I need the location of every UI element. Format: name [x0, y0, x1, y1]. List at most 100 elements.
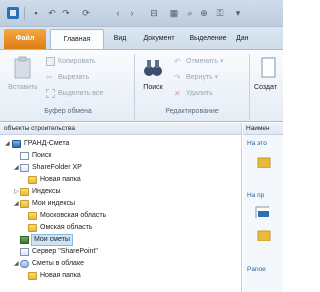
cloud-icon: [20, 260, 29, 268]
tree-node-label: Мои сметы: [31, 234, 73, 246]
customize-qat-icon[interactable]: ▾: [232, 7, 244, 19]
tree-node-cloud-estimates[interactable]: ◢ Сметы в облаке: [0, 258, 241, 270]
right-link-2[interactable]: На пр: [247, 192, 264, 199]
tree-node-sharefolder[interactable]: ◢ ShareFolder XP: [0, 162, 241, 174]
undo-label: Отменить: [186, 58, 218, 65]
calc-icon[interactable]: ▦: [168, 7, 180, 19]
select-all-button[interactable]: Выделить все: [46, 87, 103, 101]
right-link-1[interactable]: На это: [247, 140, 267, 147]
save-icon[interactable]: ▪: [30, 7, 42, 19]
paste-label: Вставить: [8, 84, 38, 91]
binoculars-icon: [144, 60, 162, 76]
content-pane: Наимен На это На пр Panoe: [243, 123, 283, 292]
search-label: Поиск: [143, 84, 163, 91]
zoom-icon[interactable]: ⊕: [198, 7, 210, 19]
cut-label: Вырезать: [58, 74, 90, 81]
tree-node-label: ГРАНД-Смета: [24, 140, 70, 147]
tree-node-label: Сервер "SharePoint": [32, 248, 98, 255]
tab-data[interactable]: Дан: [236, 29, 283, 49]
tree-node-indexes[interactable]: ▷ Индексы: [0, 186, 241, 198]
tree-node-label: Новая папка: [40, 272, 81, 279]
folder-icon: [28, 212, 37, 220]
cut-button[interactable]: ✂ Вырезать: [46, 71, 89, 85]
tab-file[interactable]: Файл: [4, 29, 46, 49]
select-all-icon: [46, 88, 55, 98]
document-large-icon[interactable]: [255, 206, 269, 218]
tree-node-label: Московская область: [40, 212, 107, 219]
tab-view[interactable]: Вид: [108, 29, 132, 49]
clipboard-group-label: Буфер обмена: [44, 108, 92, 115]
tree-node-my-estimates[interactable]: Мои сметы: [0, 234, 241, 246]
delete-button[interactable]: ✕ Удалить: [174, 87, 213, 101]
redo-label: Вернуть: [186, 74, 213, 81]
undo-button[interactable]: ↶ Отменить ▾: [174, 55, 223, 69]
folder-icon: [28, 272, 37, 280]
copy-icon: [46, 56, 55, 66]
server-icon: [20, 248, 29, 256]
folder-icon: [20, 200, 29, 208]
tree-node-label: Индексы: [32, 188, 61, 195]
tree-pane-header: объекты строительства: [0, 123, 241, 135]
tree-node-search[interactable]: Поиск: [0, 150, 241, 162]
folder-icon: [28, 224, 37, 232]
edit-group-label: Редактирование: [165, 108, 219, 115]
qat-separator: [24, 7, 25, 20]
tree-node-omsk-region[interactable]: Омская область: [0, 222, 241, 234]
group-separator: [134, 54, 135, 120]
select-all-label: Выделить все: [58, 90, 104, 97]
search-button[interactable]: Поиск: [137, 54, 169, 104]
expand-icon[interactable]: ◢: [5, 141, 11, 147]
tree-node-my-indexes[interactable]: ◢ Мои индексы: [0, 198, 241, 210]
ribbon: Вставить Копировать ✂ Вырезать Выделить в…: [0, 49, 283, 122]
tree-node-grand-smeta[interactable]: ◢ ГРАНД-Смета: [0, 138, 241, 150]
delete-label: Удалить: [186, 90, 213, 97]
tree-node-label: Мои индексы: [32, 200, 76, 207]
redo-button[interactable]: ↷ Вернуть ▾: [174, 71, 218, 85]
print-icon[interactable]: ⊟: [148, 7, 160, 19]
folder-icon: [28, 176, 37, 184]
tree-node-label: Поиск: [32, 152, 52, 159]
quick-access-toolbar: ▪ ↶ ↷ ⟳ ‹ › ⊟ ▦ ⌕ ⊕ ⚿ ▾: [0, 0, 283, 27]
right-link-3[interactable]: Panoe: [247, 266, 266, 273]
folder-large-icon[interactable]: [257, 229, 271, 241]
delete-icon: ✕: [174, 88, 181, 98]
objects-tree: ◢ ГРАНД-Смета Поиск ◢ ShareFolder XP Нов…: [0, 135, 241, 282]
folder-large-icon[interactable]: [257, 156, 271, 168]
tab-home[interactable]: Главная: [50, 29, 104, 49]
redo-icon[interactable]: ↷: [60, 7, 72, 19]
tree-node-label: Омская область: [40, 224, 93, 231]
copy-label: Копировать: [58, 58, 96, 65]
tree-node-new-folder[interactable]: Новая папка: [0, 174, 241, 186]
tree-node-label: ShareFolder XP: [32, 164, 82, 171]
tree-node-label: Сметы в облаке: [32, 260, 84, 267]
refresh-icon[interactable]: ⟳: [80, 7, 92, 19]
tree-node-sharepoint[interactable]: Сервер "SharePoint": [0, 246, 241, 258]
nav-back-icon[interactable]: ‹: [112, 7, 124, 19]
folder-icon: [20, 188, 29, 196]
new-document-icon: [261, 57, 276, 78]
find-icon[interactable]: ⌕: [184, 7, 196, 19]
objects-tree-pane: объекты строительства ◢ ГРАНД-Смета Поис…: [0, 123, 242, 292]
paste-icon: [14, 56, 31, 79]
redo-small-icon: ↷: [174, 72, 181, 82]
tree-node-moscow-region[interactable]: Московская область: [0, 210, 241, 222]
lock-icon[interactable]: ⚿: [214, 7, 226, 19]
copy-button[interactable]: Копировать: [46, 55, 96, 69]
undo-small-icon: ↶: [174, 56, 181, 66]
group-separator: [249, 54, 250, 120]
tree-node-new-folder-2[interactable]: Новая папка: [0, 270, 241, 282]
tab-selection[interactable]: Выделение: [184, 29, 232, 49]
undo-icon[interactable]: ↶: [46, 7, 58, 19]
create-button[interactable]: Создат: [252, 54, 286, 104]
tab-document[interactable]: Документ: [136, 29, 182, 49]
nav-forward-icon[interactable]: ›: [126, 7, 138, 19]
name-column-header[interactable]: Наимен: [243, 123, 283, 135]
create-label: Создат: [254, 84, 277, 91]
estimates-folder-icon: [20, 236, 29, 244]
ribbon-tabs: Файл Главная Вид Документ Выделение Дан: [0, 27, 283, 49]
shared-folder-icon: [20, 164, 29, 172]
paste-button[interactable]: Вставить: [4, 54, 42, 104]
app-icon[interactable]: [7, 7, 19, 19]
tree-node-label: Новая папка: [40, 176, 81, 183]
search-folder-icon: [20, 152, 29, 160]
